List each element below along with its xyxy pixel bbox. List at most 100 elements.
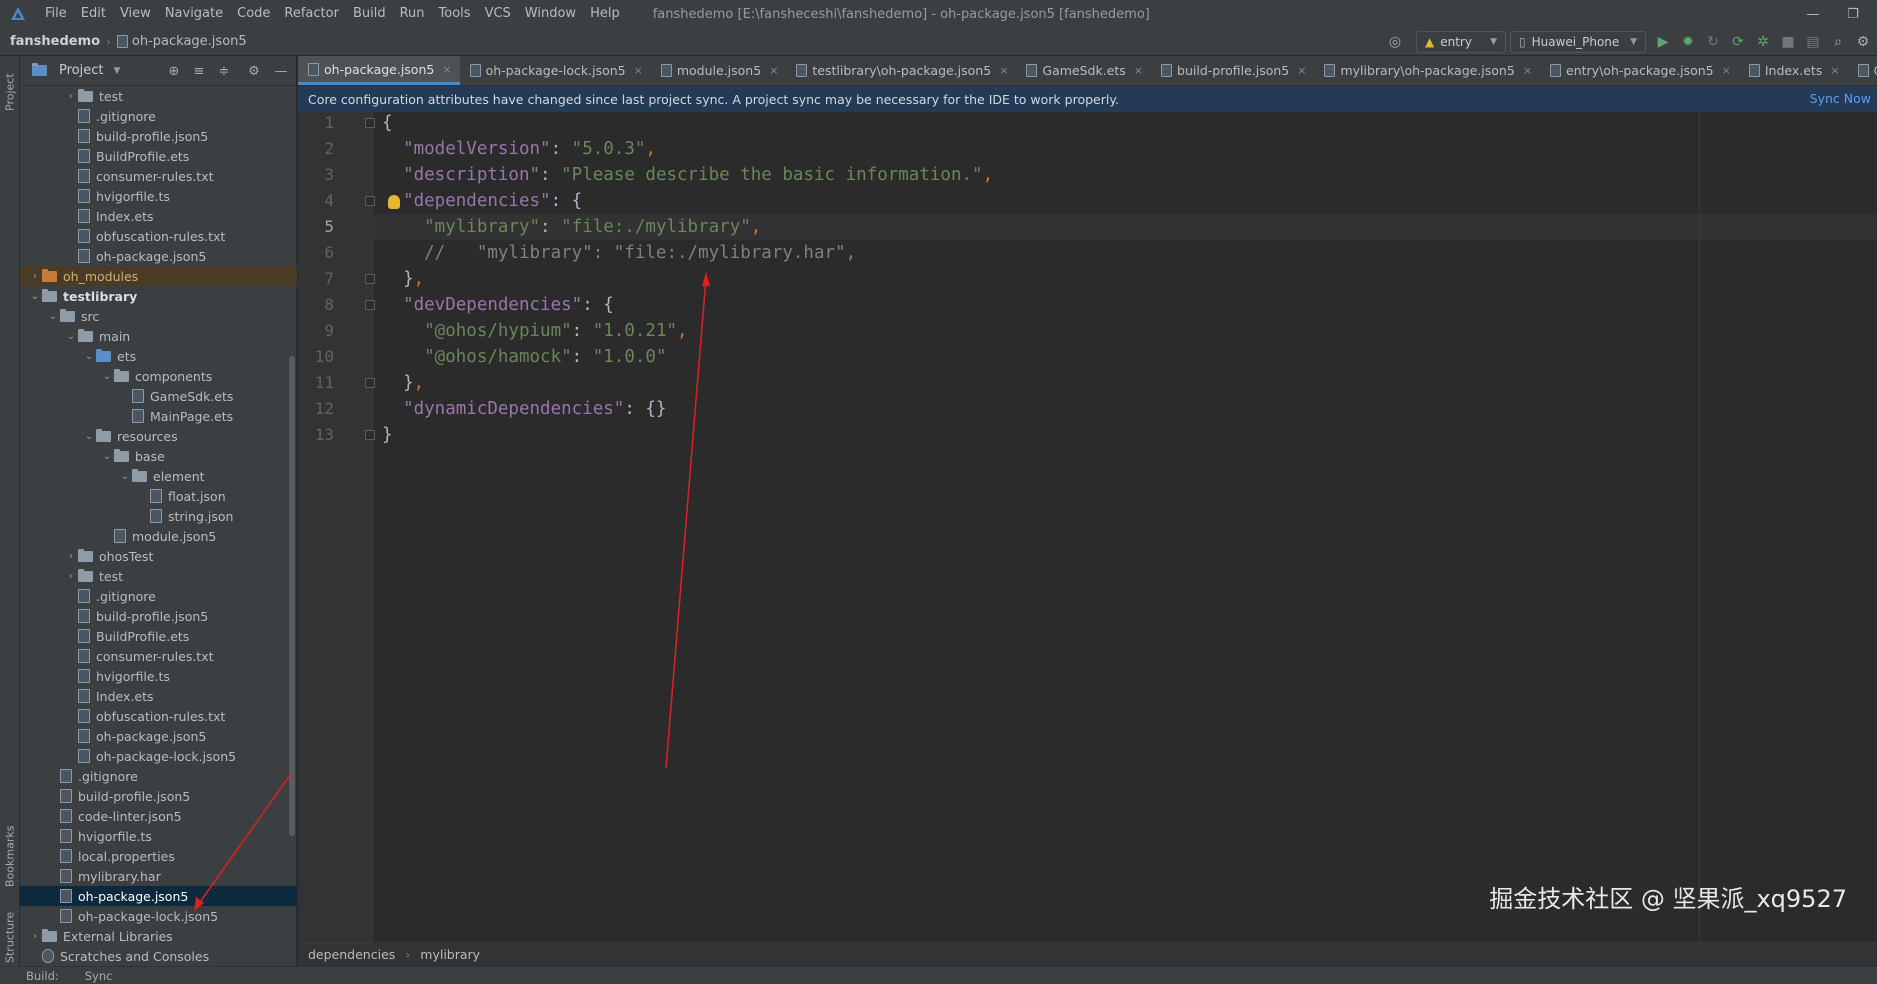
chevron-down-icon[interactable]: ⌄: [82, 431, 96, 442]
chevron-down-icon[interactable]: ⌄: [100, 371, 114, 382]
editor-tab[interactable]: oh-package.json5 ×: [298, 56, 460, 85]
menu-item-navigate[interactable]: Navigate: [158, 0, 230, 28]
close-icon[interactable]: ×: [1523, 64, 1532, 77]
code-line[interactable]: },: [382, 370, 424, 396]
close-icon[interactable]: ×: [442, 63, 451, 76]
tree-item[interactable]: float.json: [20, 486, 297, 506]
gear-icon[interactable]: ⚙: [245, 62, 263, 80]
project-view-select[interactable]: Project: [59, 63, 103, 78]
tree-item[interactable]: obfuscation-rules.txt: [20, 706, 297, 726]
run-icon[interactable]: ▶: [1654, 33, 1672, 51]
settings-icon[interactable]: ⚙: [1854, 33, 1872, 51]
menu-item-run[interactable]: Run: [393, 0, 432, 28]
minimize-button[interactable]: —: [1793, 0, 1833, 28]
sync-icon[interactable]: ⟳: [1729, 33, 1747, 51]
chevron-right-icon[interactable]: ›: [28, 271, 42, 282]
search-icon[interactable]: ⌕: [1829, 33, 1847, 51]
tree-item[interactable]: › External Libraries: [20, 926, 297, 946]
menu-item-build[interactable]: Build: [346, 0, 393, 28]
tree-item[interactable]: ⌄ element: [20, 466, 297, 486]
expand-all-icon[interactable]: ≡: [190, 62, 208, 80]
editor-tab[interactable]: oh-package-lock.json5 ×: [460, 56, 651, 85]
close-icon[interactable]: ×: [634, 64, 643, 77]
close-icon[interactable]: ×: [1297, 64, 1306, 77]
tree-item[interactable]: BuildProfile.ets: [20, 146, 297, 166]
locate-file-icon[interactable]: ⊕: [165, 62, 183, 80]
chevron-right-icon[interactable]: ›: [64, 571, 78, 582]
menu-item-vcs[interactable]: VCS: [478, 0, 518, 28]
tree-item[interactable]: .gitignore: [20, 586, 297, 606]
editor-tab[interactable]: module.json5 ×: [651, 56, 787, 85]
hide-panel-icon[interactable]: —: [272, 62, 290, 80]
tree-item[interactable]: hvigorfile.ts: [20, 186, 297, 206]
fold-marker-icon[interactable]: [365, 378, 375, 388]
chevron-down-icon[interactable]: ⌄: [28, 291, 42, 302]
tree-item[interactable]: consumer-rules.txt: [20, 646, 297, 666]
collapse-all-icon[interactable]: ≑: [215, 62, 233, 80]
device-select[interactable]: ▯ Huawei_Phone ▼: [1510, 31, 1646, 53]
code-line[interactable]: "@ohos/hamock": "1.0.0": [382, 344, 666, 370]
chevron-right-icon[interactable]: ›: [64, 551, 78, 562]
tree-item[interactable]: ⌄ testlibrary: [20, 286, 297, 306]
restore-button[interactable]: ❐: [1833, 0, 1873, 28]
fold-marker-icon[interactable]: [365, 430, 375, 440]
attach-debugger-icon[interactable]: ✲: [1754, 33, 1772, 51]
fold-marker-icon[interactable]: [365, 300, 375, 310]
chevron-down-icon[interactable]: ▼: [113, 66, 120, 76]
editor-tab[interactable]: build-profile.json5 ×: [1151, 56, 1314, 85]
code-line[interactable]: "@ohos/hypium": "1.0.21",: [382, 318, 687, 344]
sync-now-link[interactable]: Sync Now: [1810, 86, 1877, 112]
menu-item-edit[interactable]: Edit: [74, 0, 113, 28]
tree-item[interactable]: ⌄ main: [20, 326, 297, 346]
tree-item[interactable]: oh-package-lock.json5: [20, 906, 297, 926]
bookmarks-tool-tab[interactable]: Bookmarks: [0, 816, 20, 896]
tree-item[interactable]: oh-package.json5: [20, 726, 297, 746]
chevron-down-icon[interactable]: ⌄: [82, 351, 96, 362]
code-line[interactable]: "dependencies": {: [382, 188, 582, 214]
menu-item-help[interactable]: Help: [583, 0, 627, 28]
project-tool-tab[interactable]: Project: [0, 62, 20, 122]
editor-tab[interactable]: Calc.et×: [1848, 56, 1877, 85]
tree-item[interactable]: ⌄ resources: [20, 426, 297, 446]
tree-item[interactable]: ⌄ src: [20, 306, 297, 326]
code-line[interactable]: "modelVersion": "5.0.3",: [382, 136, 656, 162]
tree-item[interactable]: Index.ets: [20, 206, 297, 226]
tree-item[interactable]: Scratches and Consoles: [20, 946, 297, 966]
device-manager-icon[interactable]: ▤: [1804, 33, 1822, 51]
tree-item[interactable]: ⌄ ets: [20, 346, 297, 366]
editor-tab[interactable]: mylibrary\oh-package.json5 ×: [1314, 56, 1540, 85]
lightbulb-icon[interactable]: [388, 195, 400, 209]
target-icon[interactable]: ◎: [1386, 33, 1404, 51]
build-tab-label[interactable]: Build:: [26, 969, 59, 983]
tree-item[interactable]: ⌄ base: [20, 446, 297, 466]
close-icon[interactable]: ×: [769, 64, 778, 77]
tree-item[interactable]: oh-package.json5: [20, 886, 297, 906]
tree-item[interactable]: local.properties: [20, 846, 297, 866]
code-line[interactable]: "mylibrary": "file:./mylibrary",: [382, 214, 761, 240]
tree-item[interactable]: BuildProfile.ets: [20, 626, 297, 646]
tree-item[interactable]: › test: [20, 86, 297, 106]
tree-item[interactable]: module.json5: [20, 526, 297, 546]
chevron-down-icon[interactable]: ⌄: [100, 451, 114, 462]
fold-marker-icon[interactable]: [365, 196, 375, 206]
code-line[interactable]: {: [382, 110, 393, 136]
tree-item[interactable]: hvigorfile.ts: [20, 666, 297, 686]
stop-icon[interactable]: ■: [1779, 33, 1797, 51]
fold-marker-icon[interactable]: [365, 274, 375, 284]
fold-marker-icon[interactable]: [365, 118, 375, 128]
close-icon[interactable]: ×: [1830, 64, 1839, 77]
close-icon[interactable]: ×: [1722, 64, 1731, 77]
debug-icon[interactable]: ✹: [1679, 33, 1697, 51]
code-line[interactable]: "description": "Please describe the basi…: [382, 162, 993, 188]
breadcrumb-project[interactable]: fanshedemo: [10, 34, 100, 49]
menu-item-view[interactable]: View: [113, 0, 158, 28]
menu-item-refactor[interactable]: Refactor: [277, 0, 346, 28]
editor-tab[interactable]: entry\oh-package.json5 ×: [1540, 56, 1739, 85]
tree-item[interactable]: Index.ets: [20, 686, 297, 706]
menu-item-tools[interactable]: Tools: [432, 0, 478, 28]
tree-item[interactable]: build-profile.json5: [20, 786, 297, 806]
structure-tool-tab[interactable]: Structure: [0, 902, 20, 972]
tree-item[interactable]: oh-package-lock.json5: [20, 746, 297, 766]
breadcrumb-item[interactable]: dependencies: [308, 947, 395, 962]
code-line[interactable]: // "mylibrary": "file:./mylibrary.har",: [382, 240, 856, 266]
